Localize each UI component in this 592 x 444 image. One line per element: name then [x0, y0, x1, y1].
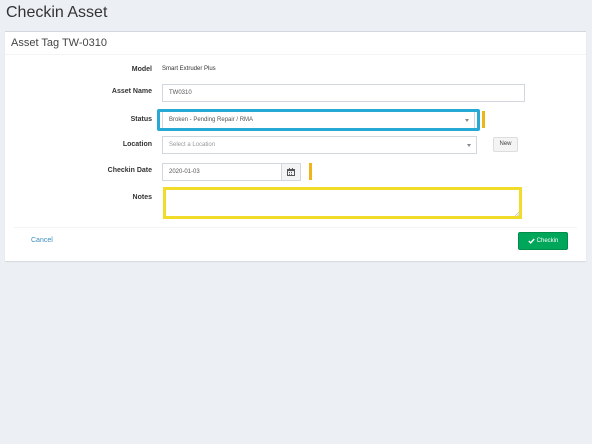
status-orange-marker — [482, 111, 485, 128]
asset-tag-header: Asset Tag TW-0310 — [5, 32, 586, 55]
location-label: Location — [122, 141, 152, 148]
page-title: Checkin Asset — [6, 4, 108, 21]
location-placeholder: Select a Location — [169, 142, 216, 148]
checkin-date-value: 2020-01-03 — [169, 169, 200, 175]
form-footer-divider — [14, 227, 577, 228]
asset-name-value: TW0310 — [169, 90, 192, 96]
date-orange-marker — [309, 163, 312, 180]
checkin-date-input[interactable]: 2020-01-03 — [162, 163, 282, 181]
checkin-button[interactable]: Checkin — [518, 232, 568, 250]
status-highlight-outline — [157, 109, 480, 131]
caret-down-icon — [467, 144, 471, 147]
asset-name-input[interactable]: TW0310 — [162, 84, 525, 102]
checkin-button-label: Checkin — [536, 238, 559, 244]
calendar-icon — [287, 168, 295, 176]
cancel-link[interactable]: Cancel — [31, 237, 53, 244]
notes-highlight-outline — [163, 187, 522, 219]
asset-name-label: Asset Name — [111, 88, 152, 95]
calendar-button[interactable] — [281, 163, 301, 181]
checkin-date-label: Checkin Date — [107, 167, 152, 174]
new-location-button[interactable]: New — [493, 137, 518, 152]
model-value: Smart Extruder Plus — [162, 66, 216, 72]
status-label: Status — [130, 116, 152, 123]
notes-label: Notes — [132, 194, 152, 201]
check-icon — [527, 238, 535, 244]
model-label: Model — [131, 66, 152, 73]
checkin-form-box: Asset Tag TW-0310 Model Smart Extruder P… — [5, 31, 586, 261]
location-select[interactable]: Select a Location — [162, 136, 477, 154]
